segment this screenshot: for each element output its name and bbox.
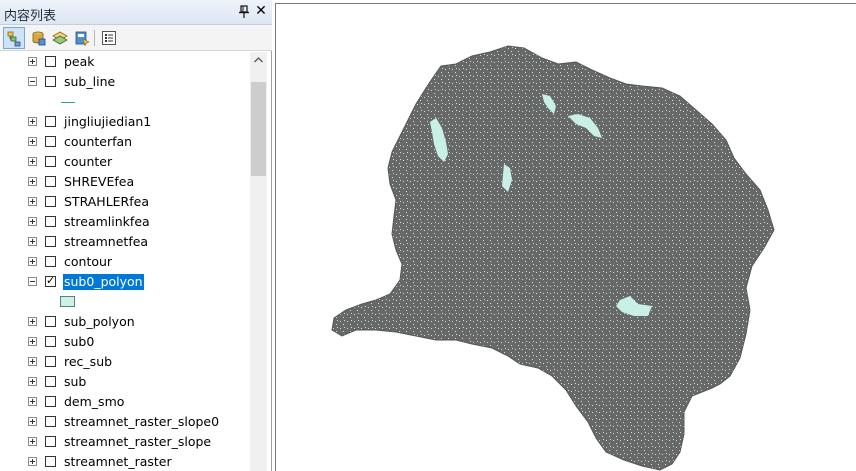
list-by-selection-button[interactable] — [71, 27, 93, 49]
layer-visibility-checkbox[interactable] — [45, 416, 56, 427]
layer-name[interactable]: sub0_polyon — [63, 274, 144, 290]
layer-row[interactable]: jingliujiedian1 — [0, 112, 250, 132]
vertical-scrollbar[interactable] — [250, 52, 267, 471]
layer-name[interactable]: jingliujiedian1 — [63, 114, 152, 130]
layer-row[interactable]: sub_line — [0, 72, 250, 92]
legend-row — [0, 292, 250, 312]
layer-visibility-checkbox[interactable] — [45, 76, 56, 87]
layer-visibility-checkbox[interactable] — [45, 376, 56, 387]
expand-icon[interactable] — [28, 417, 37, 426]
layer-name[interactable]: dem_smo — [63, 394, 125, 410]
layer-name[interactable]: streamnet_raster_slope — [63, 434, 212, 450]
layer-visibility-checkbox[interactable] — [45, 216, 56, 227]
layer-name[interactable]: sub_line — [63, 74, 116, 90]
expand-icon[interactable] — [28, 237, 37, 246]
expand-icon[interactable] — [28, 137, 37, 146]
scrollbar-thumb[interactable] — [251, 82, 266, 176]
layer-visibility-checkbox[interactable] — [45, 316, 56, 327]
layer-visibility-checkbox[interactable] — [45, 176, 56, 187]
layer-name[interactable]: contour — [63, 254, 113, 270]
map-canvas[interactable] — [276, 4, 856, 471]
toc-options-button[interactable] — [98, 27, 120, 49]
expand-icon[interactable] — [28, 437, 37, 446]
layer-name[interactable]: rec_sub — [63, 354, 113, 370]
layer-visibility-checkbox[interactable] — [45, 256, 56, 267]
expand-icon[interactable] — [28, 317, 37, 326]
layer-visibility-checkbox[interactable] — [45, 396, 56, 407]
layer-name[interactable]: counter — [63, 154, 113, 170]
panel-title-bar: 内容列表 ✕ — [0, 0, 272, 25]
layer-row[interactable]: contour — [0, 252, 250, 272]
expand-icon[interactable] — [28, 177, 37, 186]
collapse-icon[interactable] — [28, 277, 37, 286]
close-icon[interactable]: ✕ — [254, 4, 268, 18]
expand-icon[interactable] — [28, 357, 37, 366]
layer-visibility-checkbox[interactable] — [45, 356, 56, 367]
expand-icon[interactable] — [28, 377, 37, 386]
expand-icon[interactable] — [28, 337, 37, 346]
layer-name[interactable]: SHREVEfea — [63, 174, 135, 190]
layer-row[interactable]: sub_polyon — [0, 312, 250, 332]
expand-icon[interactable] — [28, 57, 37, 66]
layer-row[interactable]: counterfan — [0, 132, 250, 152]
layer-row[interactable]: dem_smo — [0, 392, 250, 412]
layer-row[interactable]: streamlinkfea — [0, 212, 250, 232]
layer-name[interactable]: STRAHLERfea — [63, 194, 150, 210]
layer-name[interactable]: streamlinkfea — [63, 214, 151, 230]
layer-visibility-checkbox[interactable] — [45, 456, 56, 467]
layer-visibility-checkbox[interactable] — [45, 56, 56, 67]
layer-visibility-checkbox[interactable] — [45, 196, 56, 207]
expand-icon[interactable] — [28, 257, 37, 266]
layer-visibility-checkbox[interactable] — [45, 136, 56, 147]
layer-name[interactable]: sub0 — [63, 334, 95, 350]
layer-row[interactable]: sub0 — [0, 332, 250, 352]
expand-icon[interactable] — [28, 157, 37, 166]
layer-name[interactable]: counterfan — [63, 134, 133, 150]
layer-row[interactable]: sub0_polyon — [0, 272, 250, 292]
line-symbol-icon[interactable] — [61, 102, 75, 103]
layer-row[interactable]: rec_sub — [0, 352, 250, 372]
list-by-source-button[interactable] — [27, 27, 49, 49]
layer-visibility-checkbox[interactable] — [45, 336, 56, 347]
expand-icon[interactable] — [28, 117, 37, 126]
collapse-icon[interactable] — [28, 77, 37, 86]
layer-visibility-checkbox[interactable] — [45, 156, 56, 167]
map-view[interactable] — [275, 3, 856, 471]
expand-icon[interactable] — [28, 217, 37, 226]
layer-row[interactable]: peak — [0, 52, 250, 72]
layer-row[interactable]: STRAHLERfea — [0, 192, 250, 212]
layer-row[interactable]: streamnet_raster — [0, 452, 250, 471]
layer-visibility-checkbox[interactable] — [45, 116, 56, 127]
list-by-visibility-button[interactable] — [49, 27, 71, 49]
layer-row[interactable]: sub — [0, 372, 250, 392]
layer-row[interactable]: streamnetfea — [0, 232, 250, 252]
layer-name[interactable]: sub — [63, 374, 87, 390]
table-of-contents-panel: 内容列表 ✕ peak sub_line jingliujiedian1 cou… — [0, 0, 272, 471]
layer-name[interactable]: streamnet_raster_slope0 — [63, 414, 220, 430]
list-by-drawing-order-button[interactable] — [3, 27, 25, 49]
layer-visibility-checkbox[interactable] — [45, 274, 56, 287]
expand-icon[interactable] — [28, 197, 37, 206]
layer-row[interactable]: SHREVEfea — [0, 172, 250, 192]
scroll-up-arrow-icon[interactable] — [250, 52, 267, 69]
expand-icon[interactable] — [28, 397, 37, 406]
toolbar-separator — [94, 30, 95, 46]
expand-icon[interactable] — [28, 457, 37, 466]
layer-list: peak sub_line jingliujiedian1 counterfan cou… — [0, 52, 250, 471]
panel-title: 内容列表 — [4, 9, 57, 24]
layer-name[interactable]: streamnet_raster — [63, 454, 173, 470]
layer-name[interactable]: sub_polyon — [63, 314, 136, 330]
polygon-symbol-icon[interactable] — [60, 296, 75, 307]
layer-row[interactable]: streamnet_raster_slope — [0, 432, 250, 452]
legend-row — [0, 92, 250, 112]
layer-name[interactable]: peak — [63, 54, 96, 70]
layer-visibility-checkbox[interactable] — [45, 236, 56, 247]
layer-row[interactable]: streamnet_raster_slope0 — [0, 412, 250, 432]
layer-name[interactable]: streamnetfea — [63, 234, 149, 250]
layer-visibility-checkbox[interactable] — [45, 436, 56, 447]
pin-icon[interactable] — [238, 5, 250, 19]
layer-row[interactable]: counter — [0, 152, 250, 172]
toc-toolbar — [0, 25, 272, 51]
